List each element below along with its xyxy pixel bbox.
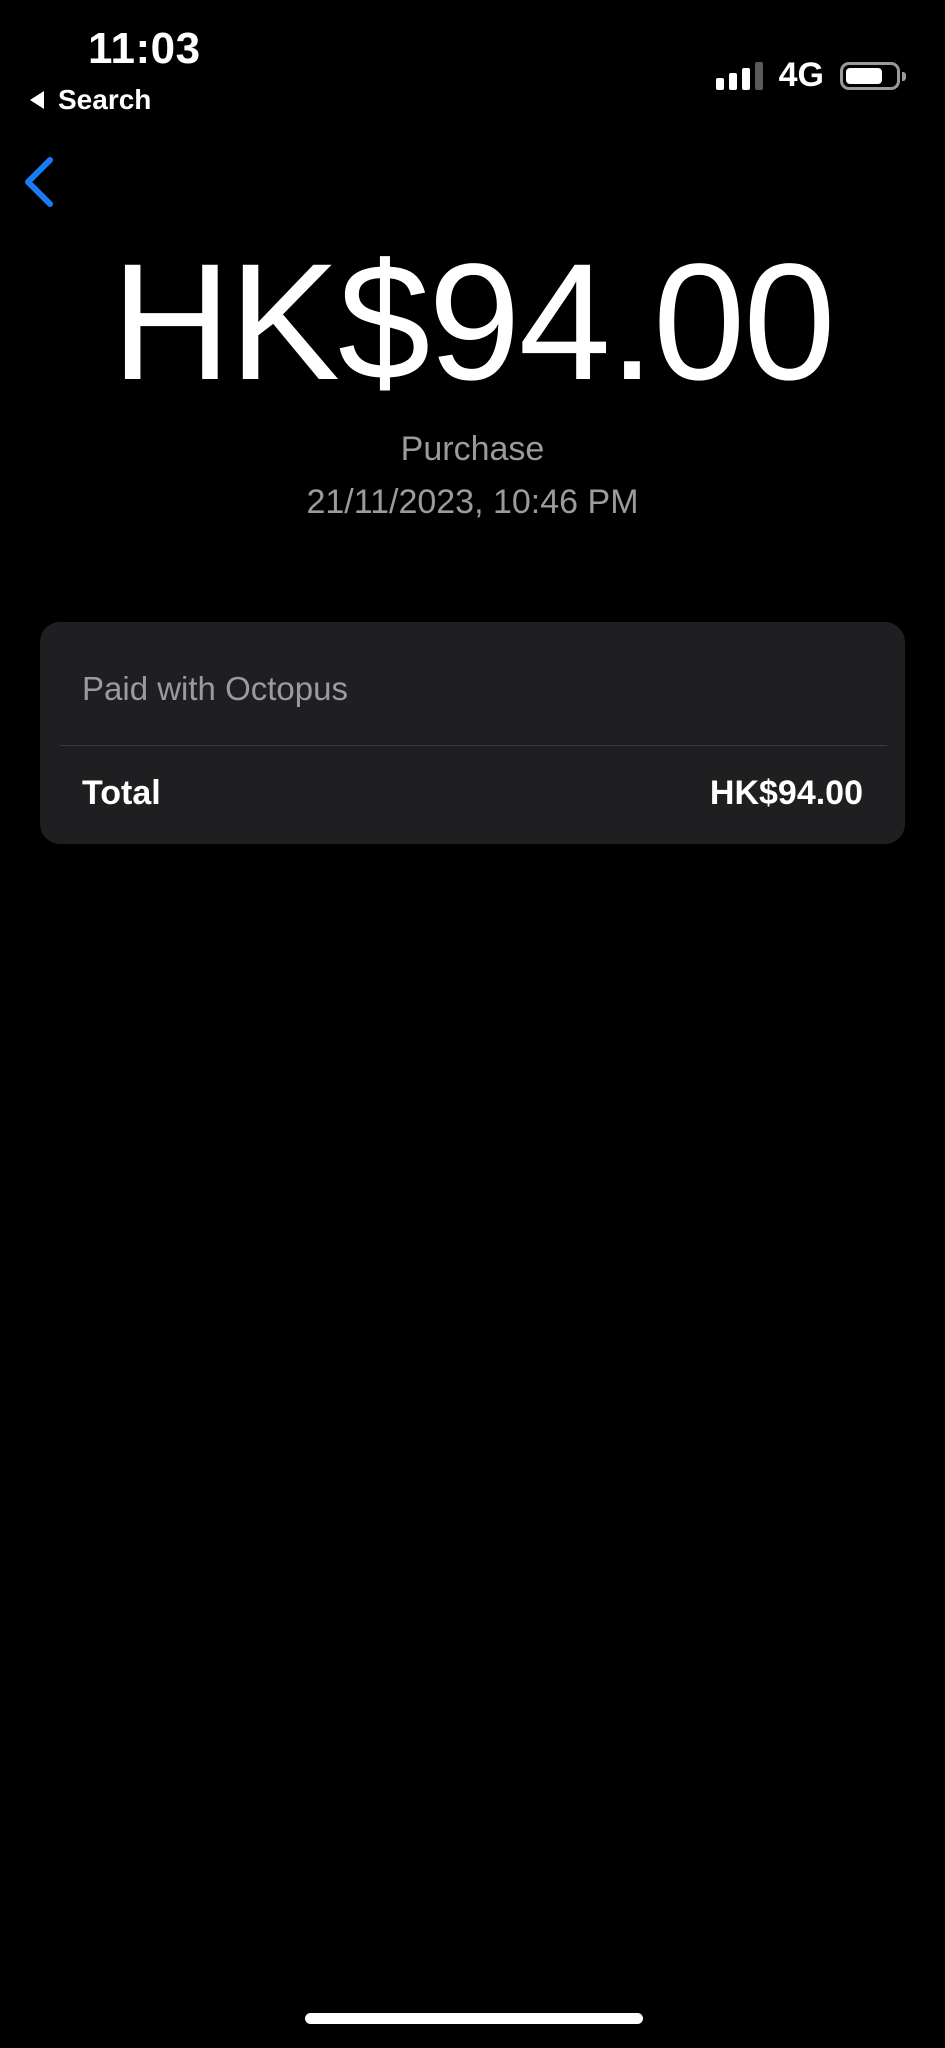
back-to-app-label: Search <box>58 84 152 115</box>
back-to-app-link[interactable]: Search <box>30 84 151 116</box>
transaction-amount: HK$94.00 <box>111 230 835 415</box>
payment-method-note: Paid with Octopus <box>82 670 348 707</box>
network-type: 4G <box>778 56 824 94</box>
total-value: HK$94.00 <box>709 774 863 812</box>
transaction-type: Purchase <box>400 430 545 468</box>
divider <box>60 745 887 746</box>
back-triangle-icon <box>30 91 44 109</box>
home-indicator[interactable] <box>305 2013 643 2024</box>
total-label: Total <box>82 774 161 812</box>
chevron-left-icon[interactable] <box>14 150 70 214</box>
cellular-signal-icon <box>715 61 763 90</box>
status-indicators: 4G <box>715 56 906 95</box>
transaction-details-card: Paid with Octopus Total HK$94.00 <box>40 622 905 844</box>
status-time: 11:03 <box>88 24 201 73</box>
battery-icon <box>840 61 906 90</box>
transaction-datetime: 21/11/2023, 10:46 PM <box>306 483 639 521</box>
